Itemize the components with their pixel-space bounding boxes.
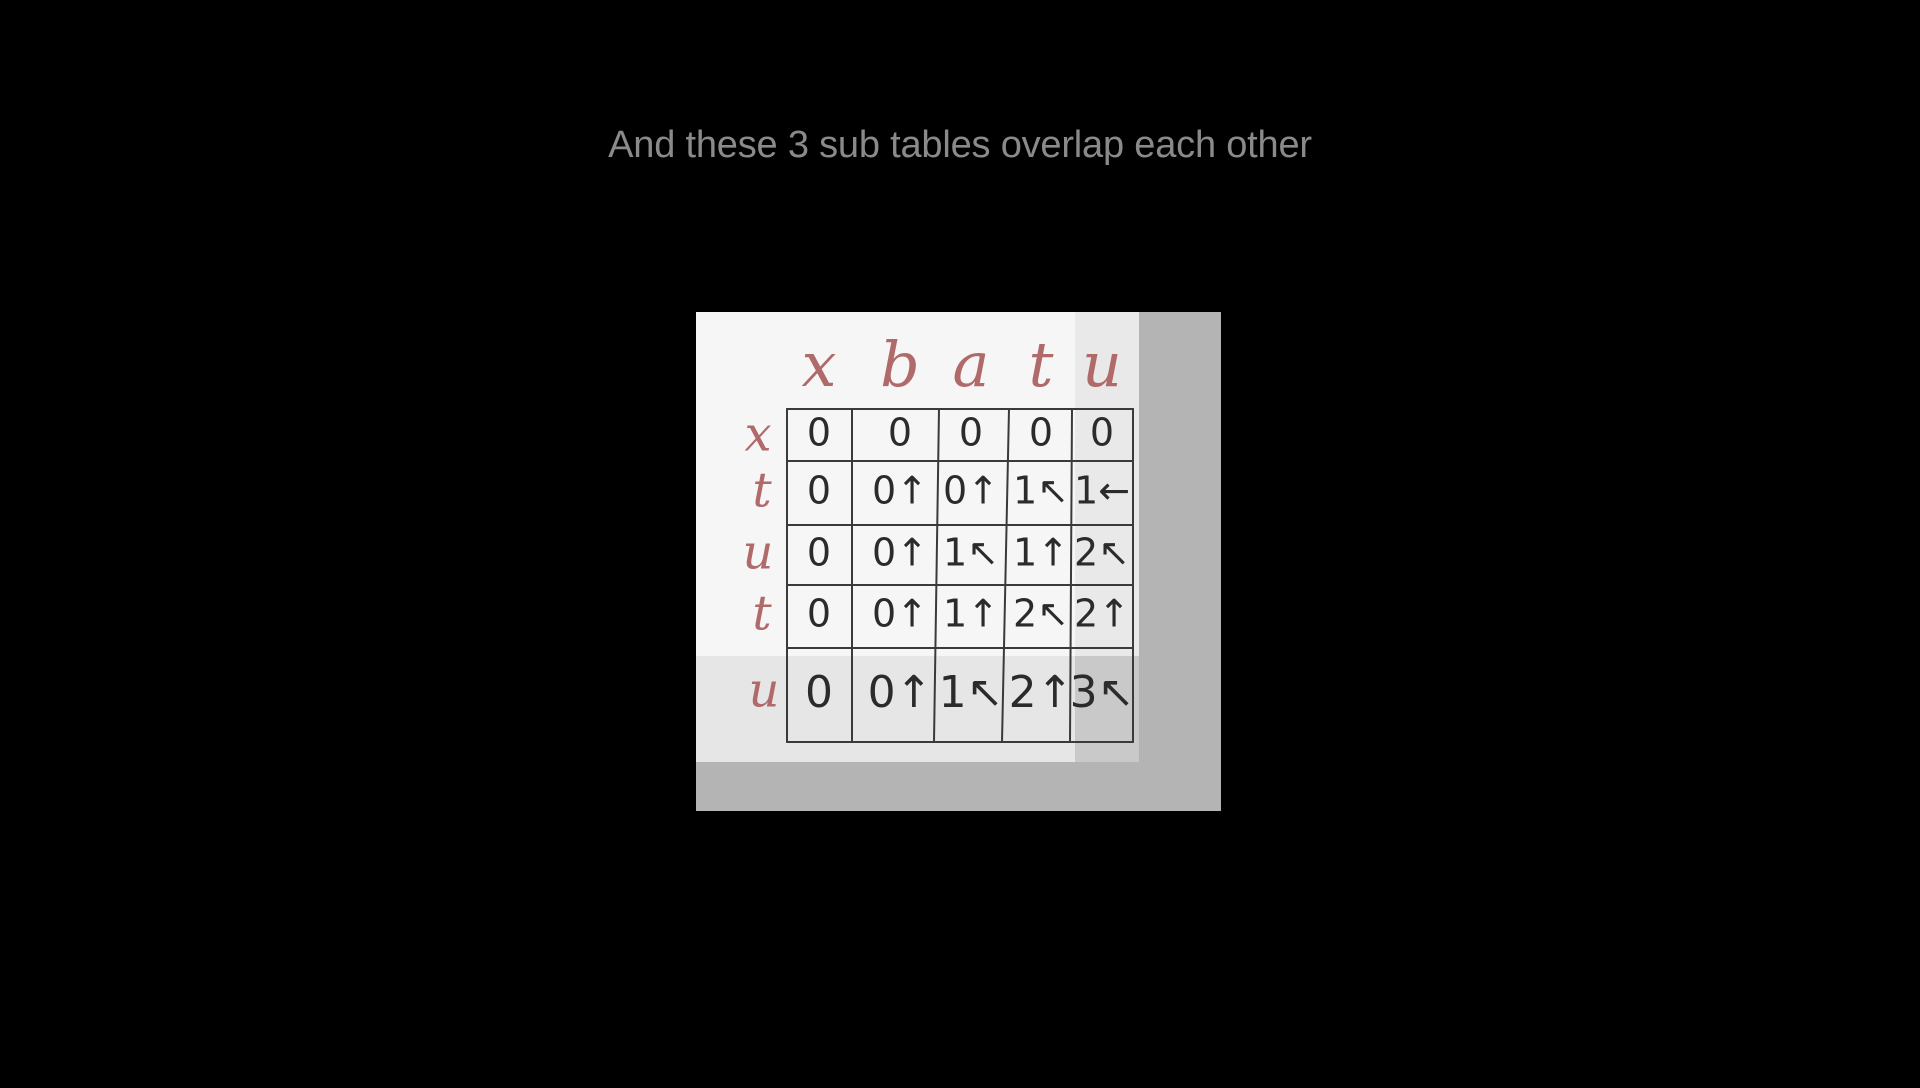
table-cell: 0↑ [943,469,999,513]
table-drawing: xbatu xtutu 0 0 0 0 00 0↑ 0↑ 1↖ 1←0 0↑ 1↖ 1↑ 2↖0 0↑ 1↑… [696,312,1221,811]
table-cell: 2↑ [1009,667,1074,718]
column-header: x [802,328,837,401]
table-cell: 0↑ [872,531,928,575]
table-cell: 1↖ [943,531,999,575]
table-cell: 0↑ [872,592,928,636]
table-cell: 2↖ [1013,592,1069,636]
slide-caption: And these 3 sub tables overlap each othe… [608,124,1312,166]
table-cell: 1↑ [943,592,999,636]
table-cell: 3↖ [1070,667,1135,718]
table-cell: 1↑ [1013,531,1069,575]
table-cell: 0 [1090,411,1114,455]
table-cell: 2↖ [1074,531,1130,575]
table-cell: 1↖ [939,667,1004,718]
table-cell: 1← [1074,469,1130,513]
table-cell: 0 [959,411,983,455]
column-header: u [1082,328,1122,401]
row-header: u [743,525,774,581]
table-cell: 0 [1029,411,1053,455]
row-header: x [744,407,771,463]
table-cell: 2↑ [1074,592,1130,636]
column-header: t [1029,328,1054,401]
handwritten-lcs-table-image: xbatu xtutu 0 0 0 0 0 0 0↑ 0↑ 1↖ 1← 0 0↑ 1↖ 1↑ 2↖ 0 0↑ 1↑… [696,312,1221,811]
row-header: t [752,586,772,642]
row-header: t [752,463,772,519]
table-cell: 0 [805,667,833,718]
column-header: a [953,328,990,401]
table-cell: 1↖ [1013,469,1069,513]
table-cell: 0 [807,531,831,575]
table-cell: 0↑ [868,667,933,718]
table-cell: 0 [807,411,831,455]
row-header: u [749,663,780,719]
table-cell: 0 [807,469,831,513]
table-cell: 0 [807,592,831,636]
column-header: b [880,328,920,401]
table-cell: 0 [888,411,912,455]
table-cell: 0↑ [872,469,928,513]
